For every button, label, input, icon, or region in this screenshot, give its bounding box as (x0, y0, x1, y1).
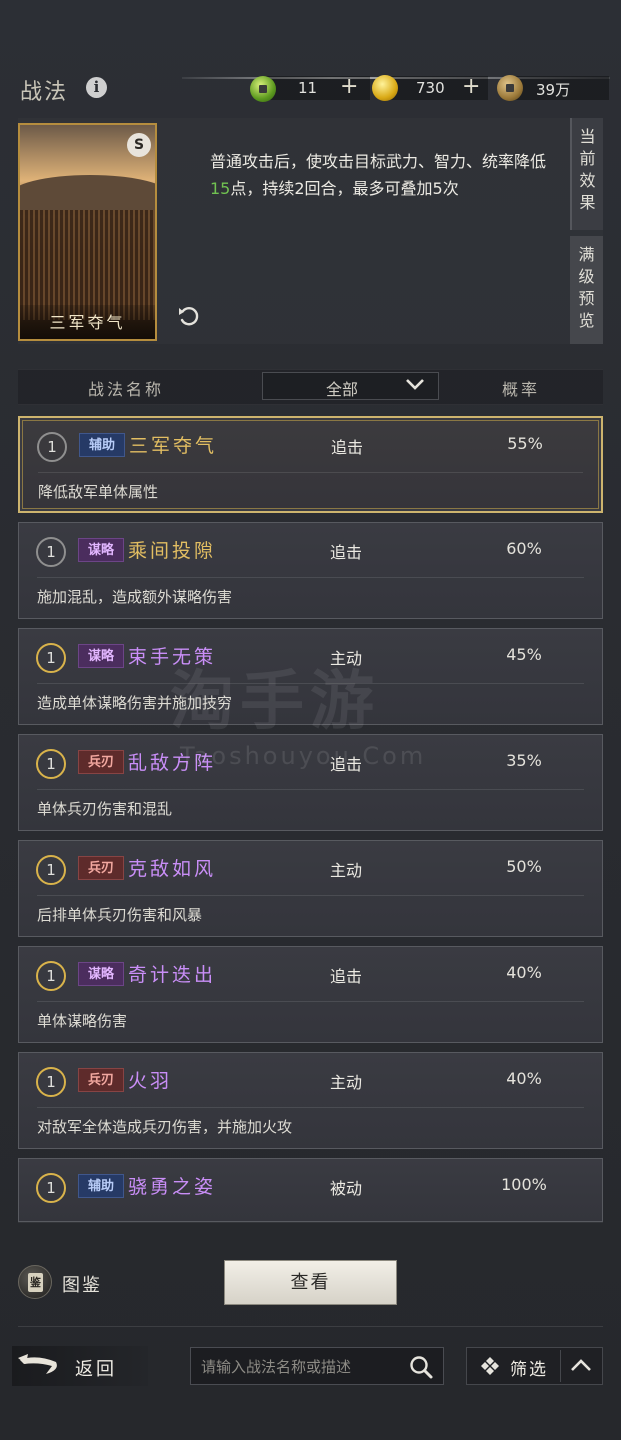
tactic-level: 1 (36, 537, 66, 567)
page-title: 战法 (20, 80, 69, 105)
chevron-down-icon (406, 379, 424, 390)
row-divider (38, 472, 583, 473)
type-filter-value: 全部 (326, 380, 359, 399)
add-jade-button[interactable]: + (340, 74, 358, 99)
tactic-row[interactable]: 1 谋略 乘间投隙 追击 60% 施加混乱，造成额外谋略伤害 (18, 522, 603, 619)
filter-label: 筛选 (510, 1360, 548, 1380)
tactic-category-tag: 兵刃 (78, 750, 124, 774)
row-divider (37, 895, 584, 896)
tactic-name: 三军夺气 (129, 435, 218, 457)
row-divider (37, 789, 584, 790)
search-placeholder: 请输入战法名称或描述 (201, 1358, 352, 1376)
tactic-probability: 50% (506, 857, 542, 876)
row-divider (37, 1107, 584, 1108)
column-name: 战法名称 (88, 380, 165, 399)
tactic-row[interactable]: 1 兵刃 火羽 主动 40% 对敌军全体造成兵刃伤害，并施加火攻 (18, 1052, 603, 1149)
card-grade-badge: S (127, 133, 151, 157)
add-gold-button[interactable]: + (462, 74, 480, 99)
tactic-type: 追击 (330, 967, 363, 986)
resource-copper-value: 39万 (536, 81, 571, 99)
back-label[interactable]: 返回 (75, 1355, 117, 1381)
tactic-summary: 对敌军全体造成兵刃伤害，并施加火攻 (37, 1118, 293, 1136)
info-icon[interactable]: i (86, 77, 107, 98)
tactic-row[interactable]: 1 辅助 骁勇之姿 被动 100% (18, 1158, 603, 1222)
tactic-row[interactable]: 1 辅助 三军夺气 追击 55% 降低敌军单体属性 (18, 416, 603, 513)
tactic-type: 追击 (331, 438, 364, 457)
tactic-category-tag: 兵刃 (78, 1068, 124, 1092)
tactic-type: 追击 (330, 543, 363, 562)
tactic-name: 火羽 (128, 1070, 173, 1092)
divider (560, 1350, 561, 1382)
tactic-level: 1 (36, 749, 66, 779)
tactic-name: 克敌如风 (128, 858, 217, 880)
tactic-category-tag: 谋略 (78, 644, 124, 668)
tactic-level: 1 (36, 1173, 66, 1203)
back-arrow-icon (18, 1354, 57, 1374)
search-icon[interactable] (408, 1354, 434, 1380)
filter-icon (481, 1357, 499, 1375)
tactic-category-tag: 辅助 (79, 433, 125, 457)
tactic-name: 乘间投隙 (128, 540, 217, 562)
gold-ingot-icon (372, 75, 398, 101)
row-divider (37, 1001, 584, 1002)
tactic-probability: 40% (506, 1069, 542, 1088)
divider (18, 1326, 603, 1327)
tab-current-effect[interactable]: 当前效果 (570, 118, 603, 230)
tactic-probability: 40% (506, 963, 542, 982)
tactic-description: 普通攻击后，使攻击目标武力、智力、统率降低15点，持续2回合，最多可叠加5次 (210, 152, 547, 198)
jade-coin-icon (250, 76, 276, 102)
card-name: 三军夺气 (20, 305, 155, 339)
tactic-row[interactable]: 1 兵刃 克敌如风 主动 50% 后排单体兵刃伤害和风暴 (18, 840, 603, 937)
copper-coin-icon (497, 75, 523, 101)
tactic-level: 1 (37, 432, 67, 462)
divider (18, 1222, 603, 1223)
tactic-probability: 55% (507, 434, 543, 453)
codex-icon[interactable]: 鉴 (18, 1265, 52, 1299)
tab-max-level-preview[interactable]: 满级预览 (570, 236, 603, 344)
tactic-type: 主动 (330, 861, 363, 880)
tactic-level: 1 (36, 643, 66, 673)
tactic-probability: 60% (506, 539, 542, 558)
tactic-category-tag: 谋略 (78, 962, 124, 986)
tactic-category-tag: 谋略 (78, 538, 124, 562)
tactic-summary: 后排单体兵刃伤害和风暴 (37, 906, 203, 924)
tactic-summary: 降低敌军单体属性 (38, 483, 159, 501)
watermark-url: Taoshouyou.Com (180, 742, 427, 770)
row-divider (37, 577, 584, 578)
tactic-row[interactable]: 1 谋略 奇计迭出 追击 40% 单体谋略伤害 (18, 946, 603, 1043)
tactic-probability: 35% (506, 751, 542, 770)
tactic-name: 骁勇之姿 (128, 1176, 217, 1198)
tactic-category-tag: 辅助 (78, 1174, 124, 1198)
tactic-type: 主动 (330, 1073, 363, 1092)
refresh-icon[interactable] (176, 303, 202, 329)
chevron-up-icon[interactable] (570, 1358, 592, 1372)
watermark: 淘手游 (170, 665, 380, 739)
tactic-name: 奇计迭出 (128, 964, 217, 986)
tactic-summary: 施加混乱，造成额外谋略伤害 (37, 588, 233, 606)
tactic-type: 被动 (330, 1179, 363, 1198)
tactic-card[interactable]: S 三军夺气 (18, 123, 157, 341)
resource-jade-value: 11 (298, 79, 318, 97)
tactic-category-tag: 兵刃 (78, 856, 124, 880)
tactic-probability: 100% (501, 1175, 547, 1194)
tactic-probability: 45% (506, 645, 542, 664)
tactic-level: 1 (36, 1067, 66, 1097)
view-button[interactable]: 查看 (224, 1260, 397, 1305)
tactic-level: 1 (36, 855, 66, 885)
tactic-summary: 单体兵刃伤害和混乱 (37, 800, 173, 818)
tactic-summary: 单体谋略伤害 (37, 1012, 128, 1030)
tactic-level: 1 (36, 961, 66, 991)
codex-label[interactable]: 图鉴 (62, 1271, 102, 1297)
resource-gold-value: 730 (416, 79, 445, 97)
column-probability: 概率 (502, 380, 541, 399)
